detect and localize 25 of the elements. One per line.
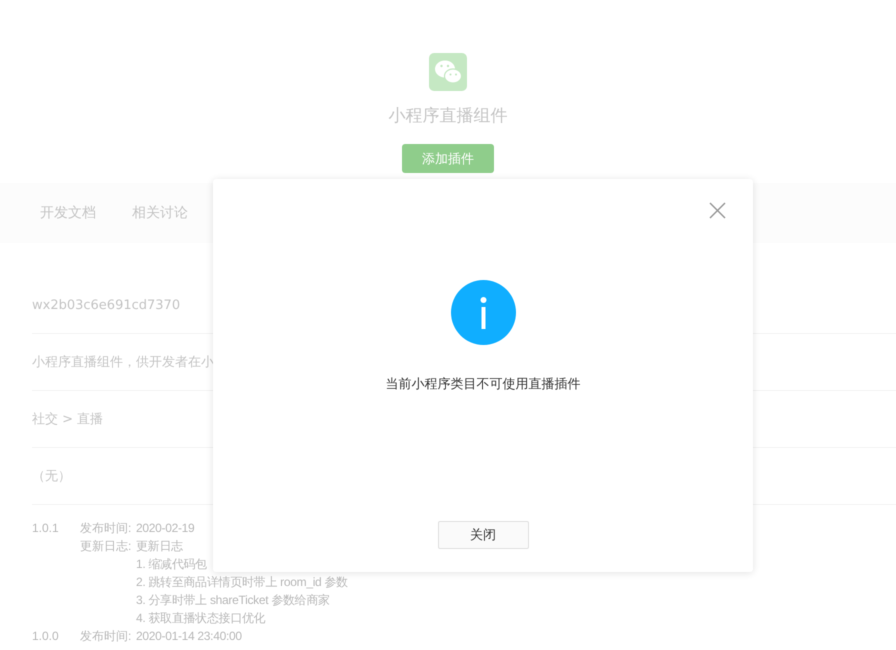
field-label: 发布时间: xyxy=(80,628,132,645)
field-value: 2020-01-14 23:40:00 xyxy=(136,628,242,645)
field-value: 4. 获取直播状态接口优化 xyxy=(136,610,266,627)
info-text: wx2b03c6e691cd7370 xyxy=(32,298,180,312)
info-text: 社交 > 直播 xyxy=(32,411,104,428)
field-value: 更新日志 xyxy=(136,538,184,555)
field-value: 3. 分享时带上 shareTicket 参数给商家 xyxy=(136,592,331,609)
version-number: 1.0.0 xyxy=(32,628,60,645)
chat-bubbles-logo xyxy=(429,53,467,91)
tab[interactable]: 开发文档 xyxy=(40,204,96,222)
field-value: 1. 缩减代码包 xyxy=(136,556,208,573)
tab[interactable]: 相关讨论 xyxy=(132,204,188,222)
info-icon xyxy=(450,280,516,345)
field-label: 发布时间: xyxy=(80,520,132,537)
info-text: 小程序直播组件，供开发者在小 xyxy=(32,354,214,371)
close-button[interactable]: 关闭 xyxy=(438,521,528,549)
plugin-title: 小程序直播组件 xyxy=(388,105,508,127)
field-label: 更新日志: xyxy=(80,538,132,555)
version-number: 1.0.1 xyxy=(32,520,60,537)
field-value: 2. 跳转至商品详情页时带上 room_id 参数 xyxy=(136,574,348,591)
close-icon[interactable] xyxy=(709,202,726,219)
add-plugin-button[interactable]: 添加插件 xyxy=(402,144,494,173)
dialog-message: 当前小程序类目不可使用直播插件 xyxy=(386,376,580,393)
info-text: （无） xyxy=(32,468,71,485)
field-value: 2020-02-19 xyxy=(136,520,194,537)
